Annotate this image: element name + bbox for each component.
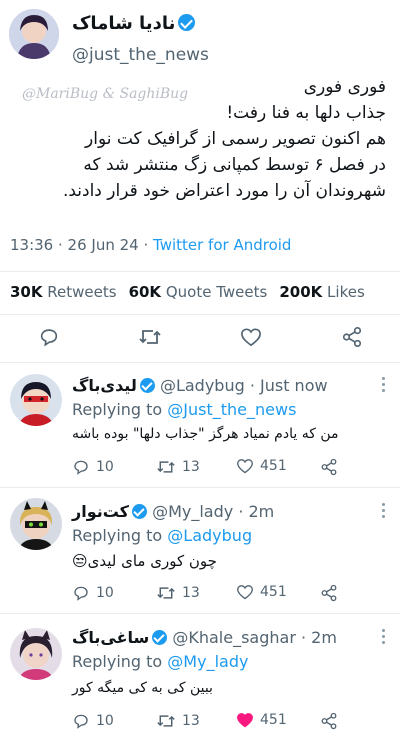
like-count: 451 (260, 712, 287, 728)
reply-count: 10 (96, 713, 114, 729)
share-button[interactable] (320, 458, 338, 476)
unamused-emoji-icon: 😒 (72, 552, 88, 570)
tweet-meta: 13:36 · 26 Jun 24 · Twitter for Android (10, 236, 292, 254)
verified-badge-icon (139, 378, 155, 393)
likes-stat[interactable]: 200K Likes (279, 283, 364, 301)
share-icon (321, 584, 337, 602)
reply-text: ببین کی به کی میگه کور (72, 680, 213, 696)
reply-handle[interactable]: @My_lady (152, 502, 233, 521)
heart-icon (237, 459, 253, 474)
reply-time: 2m (248, 502, 275, 521)
reply-button[interactable]: 10 (72, 712, 114, 730)
divider (0, 271, 400, 272)
share-icon (321, 712, 337, 730)
reply-count: 10 (96, 585, 114, 601)
like-icon[interactable] (240, 327, 262, 351)
verified-badge-icon (178, 14, 196, 31)
tweet-line: شهروندان آن را مورد اعتراض خود قرار دادن… (62, 181, 386, 201)
author-handle[interactable]: @just_the_news (72, 45, 209, 65)
reply-avatar[interactable] (10, 498, 62, 550)
reply-author-name[interactable]: کت‌نوار (72, 502, 129, 521)
retweet-icon (157, 461, 175, 473)
reply-header: لیدی‌باگ @Ladybug · Just now (72, 376, 328, 395)
verified-badge-icon (131, 504, 147, 519)
reply-icon (74, 586, 88, 601)
heart-icon (237, 585, 253, 600)
reply-text: چون کوری مای لیدی😒 (72, 552, 217, 570)
retweet-icon[interactable] (138, 326, 162, 352)
share-icon (321, 458, 337, 476)
reply-avatar[interactable] (10, 628, 62, 680)
reply-count: 10 (96, 459, 114, 475)
main-tweet: نادیا شاماک @just_the_news @MariBug & Sa… (0, 0, 400, 364)
replying-to-link[interactable]: @Just_the_news (167, 400, 296, 419)
author-avatar[interactable] (9, 9, 59, 59)
replying-to-link[interactable]: @My_lady (167, 652, 248, 671)
share-button[interactable] (320, 584, 338, 602)
tweet-time: 13:36 (10, 236, 54, 254)
reply-icon (74, 714, 88, 729)
reply-text: من که یادم نمیاد هرگز "جذاب دلها" بوده ب… (72, 426, 339, 442)
heart-filled-icon (237, 713, 253, 728)
retweet-count: 13 (182, 459, 200, 475)
reply-author-name[interactable]: ساغی‌باگ (72, 628, 149, 647)
reply-button[interactable]: 10 (72, 458, 114, 476)
tweet-line: جذاب دلها به فنا رفت! (226, 103, 386, 123)
like-count: 451 (260, 458, 287, 474)
reply-actions: 10 13 451 (72, 712, 352, 732)
author-name[interactable]: نادیا شاماک (72, 13, 196, 34)
reply-actions: 10 13 451 (72, 458, 352, 478)
like-button[interactable]: 451 (236, 458, 287, 474)
like-button[interactable]: 451 (236, 584, 287, 600)
more-options-icon[interactable] (382, 503, 386, 521)
reply-header: کت‌نوار @My_lady · 2m (72, 502, 275, 521)
share-icon[interactable] (341, 326, 363, 352)
reply-icon (74, 460, 88, 475)
like-button[interactable]: 451 (236, 712, 287, 728)
more-options-icon[interactable] (382, 629, 386, 647)
tweet-stats: 30K Retweets 60K Quote Tweets 200K Likes (10, 283, 377, 301)
retweet-button[interactable]: 13 (156, 458, 200, 476)
quotes-stat[interactable]: 60K Quote Tweets (129, 283, 268, 301)
reply-time: Just now (260, 376, 328, 395)
tweet-client-link[interactable]: Twitter for Android (153, 236, 291, 254)
replying-to: Replying to @My_lady (72, 652, 249, 671)
reply-tweet[interactable]: کت‌نوار @My_lady · 2m Replying to @Ladyb… (0, 488, 400, 614)
reply-handle[interactable]: @Khale_saghar (172, 628, 296, 647)
more-options-icon[interactable] (382, 377, 386, 395)
tweet-line: فوری فوری (303, 77, 386, 97)
like-count: 451 (260, 584, 287, 600)
reply-icon[interactable] (38, 326, 60, 352)
retweet-button[interactable]: 13 (156, 712, 200, 730)
retweet-icon (157, 715, 175, 727)
retweet-icon (157, 587, 175, 599)
reply-tweet[interactable]: ساغی‌باگ @Khale_saghar · 2m Replying to … (0, 614, 400, 741)
reply-handle[interactable]: @Ladybug (160, 376, 245, 395)
retweet-count: 13 (182, 713, 200, 729)
tweet-text: فوری فوری جذاب دلها به فنا رفت! هم اکنون… (6, 74, 386, 204)
replying-to: Replying to @Ladybug (72, 526, 253, 545)
tweet-line: هم اکنون تصویر رسمی از گرافیک کت نوار (85, 129, 386, 149)
reply-time: 2m (311, 628, 337, 647)
reply-header: ساغی‌باگ @Khale_saghar · 2m (72, 628, 337, 647)
retweet-count: 13 (182, 585, 200, 601)
tweet-line: در فصل ۶ توسط کمپانی زگ منتشر شد که (83, 155, 386, 175)
reply-avatar[interactable] (10, 374, 62, 426)
retweets-stat[interactable]: 30K Retweets (10, 283, 117, 301)
share-button[interactable] (320, 712, 338, 730)
divider (0, 362, 400, 363)
tweet-date: 26 Jun 24 (67, 236, 139, 254)
retweet-button[interactable]: 13 (156, 584, 200, 602)
replying-to: Replying to @Just_the_news (72, 400, 297, 419)
reply-actions: 10 13 451 (72, 584, 352, 604)
reply-button[interactable]: 10 (72, 584, 114, 602)
reply-author-name[interactable]: لیدی‌باگ (72, 376, 137, 395)
replying-to-link[interactable]: @Ladybug (167, 526, 252, 545)
verified-badge-icon (152, 630, 168, 645)
divider (0, 314, 400, 315)
reply-tweet[interactable]: لیدی‌باگ @Ladybug · Just now Replying to… (0, 364, 400, 488)
